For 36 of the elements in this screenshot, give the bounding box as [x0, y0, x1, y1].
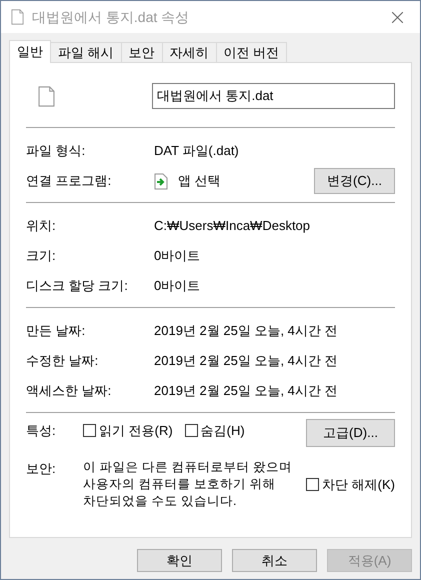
file-icon — [11, 9, 24, 25]
dialog-button[interactable]: 취소 — [232, 549, 317, 572]
field-value: 0바이트 — [154, 247, 200, 266]
field-value: C:₩Users₩Inca₩Desktop — [154, 217, 310, 236]
field-label: 위치: — [26, 217, 57, 236]
security-message: 이 파일은 다른 컴퓨터로부터 왔으며 사용자의 컴퓨터를 보호하기 위해 차단되었을 수도 있습니다. — [83, 459, 293, 510]
field-label: 크기: — [26, 247, 57, 266]
tab[interactable]: 자세히 — [162, 42, 217, 62]
field-value: DAT 파일(.dat) — [154, 142, 239, 160]
field-value: 2019년 2월 25일 오늘, 4시간 전 — [154, 352, 338, 370]
checkbox[interactable]: 숨김(H) — [184, 421, 245, 440]
app-icon — [154, 172, 168, 190]
field-value: 0바이트 — [154, 277, 200, 296]
field-label: 액세스한 날짜: — [26, 382, 112, 400]
field-label: 연결 프로그램: — [26, 172, 112, 190]
dialog-button[interactable]: 확인 — [137, 549, 222, 572]
tab[interactable]: 파일 해시 — [50, 42, 122, 62]
change-button[interactable]: 변경(C)... — [314, 168, 395, 194]
name-field[interactable]: 대법원에서 통지.dat — [152, 83, 395, 109]
field-label: 특성: — [26, 422, 57, 440]
tab[interactable]: 보안 — [120, 42, 163, 62]
checkbox[interactable]: 읽기 전용(R) — [83, 421, 173, 440]
checkbox[interactable]: 차단 해제(K) — [306, 475, 395, 494]
field-value: 2019년 2월 25일 오늘, 4시간 전 — [154, 382, 338, 400]
field-label: 만든 날짜: — [26, 322, 86, 340]
field-value: 앱 선택 — [178, 172, 221, 190]
field-value: 2019년 2월 25일 오늘, 4시간 전 — [154, 322, 338, 340]
advanced-button[interactable]: 고급(D)... — [306, 419, 395, 447]
field-label: 보안: — [26, 460, 57, 478]
tab[interactable]: 이전 버전 — [216, 42, 288, 62]
field-label: 디스크 할당 크기: — [26, 277, 129, 296]
tab[interactable]: 일반 — [9, 40, 51, 63]
field-label: 수정한 날짜: — [26, 352, 100, 370]
window-title: 대법원에서 통지.dat 속성 — [32, 8, 190, 26]
file-icon — [38, 84, 55, 108]
field-label: 파일 형식: — [26, 142, 86, 160]
